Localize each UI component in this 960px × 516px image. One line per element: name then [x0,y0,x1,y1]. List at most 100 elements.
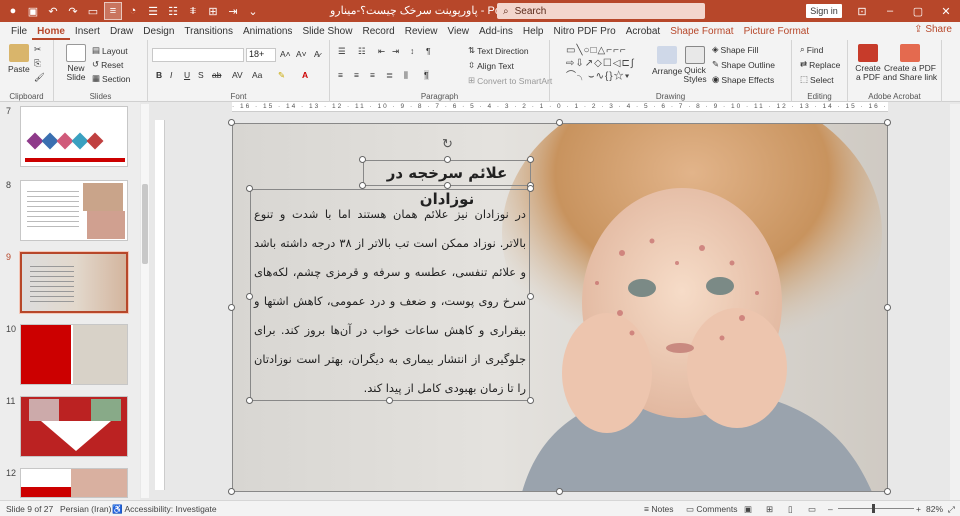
resize-handle[interactable] [884,119,891,126]
text-direction-button[interactable]: ⇅ Text Direction [468,45,529,56]
resize-handle[interactable] [359,182,366,189]
quick-styles-button[interactable]: Quick Styles [682,46,708,84]
create-pdf-button[interactable]: Create a PDF [854,44,882,82]
bold-icon[interactable]: B [156,70,162,80]
slide-sorter-icon[interactable]: ⊞ [766,504,773,515]
share-button[interactable]: ⇪ Share [914,24,952,35]
zoom-slider-thumb[interactable] [872,504,875,513]
zoom-slider[interactable] [838,508,914,509]
font-name-box[interactable] [152,48,244,62]
tab-help[interactable]: Help [518,24,549,40]
reset-button[interactable]: ↺ Reset [92,59,123,70]
slide-thumbnail-9[interactable] [19,251,129,314]
slide-thumbnail-7[interactable] [20,106,128,167]
resize-handle[interactable] [527,397,534,404]
zoom-out-icon[interactable]: – [828,504,833,514]
underline-icon[interactable]: U [184,70,190,80]
redo-icon[interactable]: ↷ [64,2,82,20]
slide-thumbnail-12[interactable] [20,468,128,498]
tab-picture-format[interactable]: Picture Format [739,24,815,40]
autosave-icon[interactable]: ● [4,2,22,20]
replace-button[interactable]: ⇄ Replace [800,59,840,70]
slide-thumbnail-10[interactable] [20,324,128,385]
resize-handle[interactable] [246,293,253,300]
tab-shape-format[interactable]: Shape Format [665,24,738,40]
align-right-icon[interactable]: ≡ [370,70,375,80]
rtl-direction-icon[interactable]: ¶ [424,70,429,80]
color-picker-icon[interactable]: ◔ [124,2,142,20]
strikethrough-icon[interactable]: ab [212,70,221,80]
highlight-icon[interactable]: ✎ [278,70,285,81]
search-box[interactable]: ⌕ Search [497,3,705,19]
shape-outline-button[interactable]: ✎ Shape Outline [712,59,775,70]
resize-handle[interactable] [527,185,534,192]
save-icon[interactable]: ▣ [24,2,42,20]
language-indicator[interactable]: Persian (Iran) [60,504,112,514]
rotate-handle-icon[interactable]: ↻ [442,136,453,152]
resize-handle[interactable] [527,293,534,300]
columns-icon[interactable]: ⫼ [404,70,408,81]
resize-handle[interactable] [444,156,451,163]
align-icon[interactable]: ⩨ [184,2,202,20]
shrink-font-icon[interactable]: A˅ [296,49,307,59]
convert-smartart-button[interactable]: ⊞ Convert to SmartArt [468,75,552,86]
line-spacing-icon[interactable]: ↕ [410,46,414,56]
paste-button[interactable]: Paste [8,44,30,74]
tab-animations[interactable]: Animations [238,24,297,40]
resize-handle[interactable] [884,304,891,311]
align-left-icon[interactable]: ≡ [338,70,343,80]
table-icon[interactable]: ⊞ [204,2,222,20]
arrange-button[interactable]: Arrange [652,46,682,76]
normal-view-icon[interactable]: ▣ [744,504,752,515]
shadow-icon[interactable]: S [198,70,204,80]
increase-indent-icon[interactable]: ⇥ [392,46,399,57]
bullets-icon[interactable]: ☰ [144,2,162,20]
font-color-icon[interactable]: A [302,70,308,80]
tab-design[interactable]: Design [138,24,179,40]
rtl-icon[interactable]: ¶ [426,46,431,56]
resize-handle[interactable] [527,156,534,163]
resize-handle[interactable] [884,488,891,495]
align-center-icon[interactable]: ≡ [354,70,359,80]
accessibility-status[interactable]: ♿ Accessibility: Investigate [112,504,217,515]
tab-review[interactable]: Review [400,24,443,40]
format-painter-icon[interactable]: 🖌 [34,72,45,83]
notes-button[interactable]: ≡ Notes [644,504,674,514]
new-slide-button[interactable]: New Slide [62,44,90,82]
resize-handle[interactable] [556,119,563,126]
tab-home[interactable]: Home [32,24,70,40]
indent-icon[interactable]: ⇥ [224,2,242,20]
find-button[interactable]: ⌕ Find [800,44,823,55]
comments-button[interactable]: ▭ Comments [686,504,738,515]
tab-add-ins[interactable]: Add-ins [474,24,518,40]
font-size-box[interactable]: 18+ [246,48,276,62]
sign-in-button[interactable]: Sign in [806,4,842,18]
section-button[interactable]: ▦ Section [92,73,130,84]
slide-body-text[interactable]: در نوزادان نیز علائم همان هستند اما با ش… [250,198,530,398]
reading-view-icon[interactable]: ▯ [788,504,793,515]
resize-handle[interactable] [228,304,235,311]
copy-icon[interactable]: ⎘ [34,58,41,69]
resize-handle[interactable] [556,488,563,495]
bullets-button-icon[interactable]: ☰ [338,46,346,57]
slide-thumbnail-11[interactable] [20,396,128,457]
zoom-level[interactable]: 82% [926,504,943,514]
create-share-button[interactable]: Create a PDF and Share link [882,44,938,82]
italic-icon[interactable]: I [170,70,172,80]
tab-record[interactable]: Record [357,24,399,40]
resize-handle[interactable] [386,397,393,404]
more-commands-icon[interactable]: ⌄ [244,2,262,20]
numbering-button-icon[interactable]: ☷ [358,46,366,57]
resize-handle[interactable] [246,397,253,404]
resize-handle[interactable] [246,185,253,192]
change-case-icon[interactable]: Aa [252,70,262,80]
resize-handle[interactable] [359,156,366,163]
tab-draw[interactable]: Draw [105,24,138,40]
grow-font-icon[interactable]: A˄ [280,49,291,59]
decrease-indent-icon[interactable]: ⇤ [378,46,385,57]
scrollbar-thumb[interactable] [142,184,148,264]
present-icon[interactable]: ▭ [84,2,102,20]
close-icon[interactable]: ✕ [932,0,960,22]
resize-handle[interactable] [228,488,235,495]
justify-icon[interactable]: ≣ [386,70,393,81]
